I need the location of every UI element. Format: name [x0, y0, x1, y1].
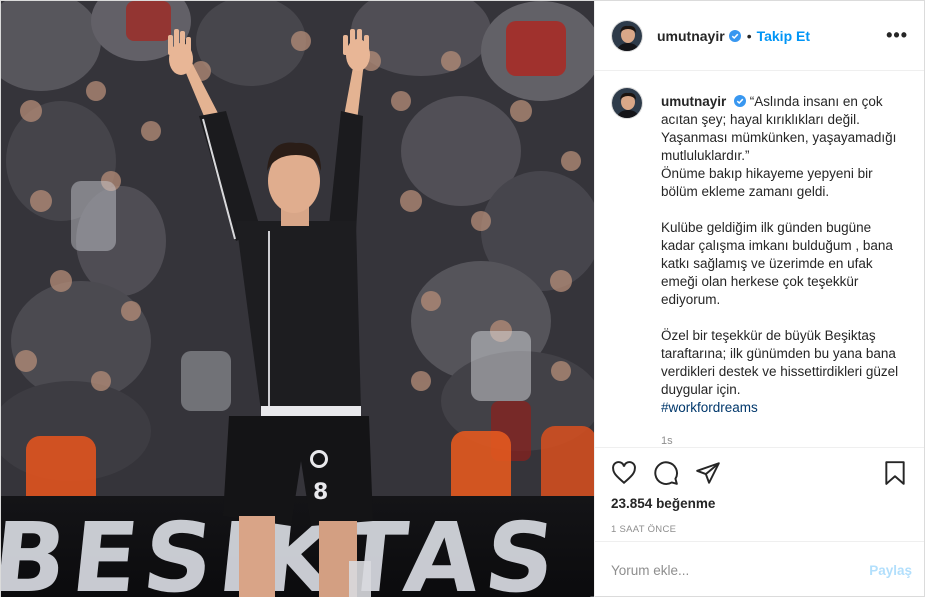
- share-icon[interactable]: [695, 460, 721, 486]
- caption-username[interactable]: umutnayir: [661, 94, 726, 109]
- avatar-image: [612, 20, 642, 51]
- hashtag-link[interactable]: #workfordreams: [661, 400, 758, 415]
- caption-text: umutnayir “Aslında insanı en çok acıtan …: [661, 93, 908, 417]
- header-separator: •: [746, 27, 752, 44]
- likes-label: beğenme: [656, 496, 716, 511]
- comment-bar: Paylaş: [595, 541, 924, 597]
- instagram-post: BESİKTAS JK: [0, 0, 925, 597]
- caption-avatar[interactable]: [611, 87, 643, 119]
- heart-icon[interactable]: [611, 460, 637, 486]
- caption-paragraph-2: Kulübe geldiğim ilk günden bugüne kadar …: [661, 220, 893, 307]
- post-header: umutnayir • Takip Et •••: [595, 1, 924, 71]
- avatar[interactable]: [611, 19, 643, 52]
- caption-line-2: Önüme bakıp hikayeme yepyeni bir bölüm e…: [661, 166, 873, 199]
- caption-paragraph-3: Özel bir teşekkür de büyük Beşiktaş tara…: [661, 328, 899, 397]
- caption-row: umutnayir “Aslında insanı en çok acıtan …: [611, 87, 908, 417]
- likes-count[interactable]: 23.854 beğenme: [611, 496, 908, 511]
- verified-badge-icon: [728, 29, 741, 42]
- header-username[interactable]: umutnayir: [657, 28, 725, 44]
- caption-area: umutnayir “Aslında insanı en çok acıtan …: [595, 71, 924, 447]
- comment-icon[interactable]: [653, 460, 679, 486]
- player-figure: 8: [168, 29, 373, 597]
- post-comment-button[interactable]: Paylaş: [869, 563, 912, 578]
- action-icons: [611, 460, 908, 486]
- bookmark-icon[interactable]: [882, 460, 908, 486]
- post-sidebar: umutnayir • Takip Et ••• umutnayir “Aslı…: [594, 1, 924, 597]
- posted-time[interactable]: 1 SAAT ÖNCE: [611, 524, 908, 535]
- caption-time[interactable]: 1s: [661, 435, 908, 447]
- comment-input[interactable]: [611, 562, 870, 578]
- verified-badge-icon: [734, 95, 747, 107]
- shorts-number: 8: [313, 480, 328, 505]
- likes-number: 23.854: [611, 496, 653, 511]
- avatar-image: [612, 88, 642, 118]
- post-photo[interactable]: BESİKTAS JK: [1, 1, 594, 597]
- follow-button[interactable]: Takip Et: [757, 28, 810, 44]
- caption-line-1: umutnayir “Aslında insanı en çok acıtan …: [661, 93, 908, 165]
- more-options-icon[interactable]: •••: [886, 25, 908, 46]
- action-bar: 23.854 beğenme 1 SAAT ÖNCE: [595, 447, 924, 541]
